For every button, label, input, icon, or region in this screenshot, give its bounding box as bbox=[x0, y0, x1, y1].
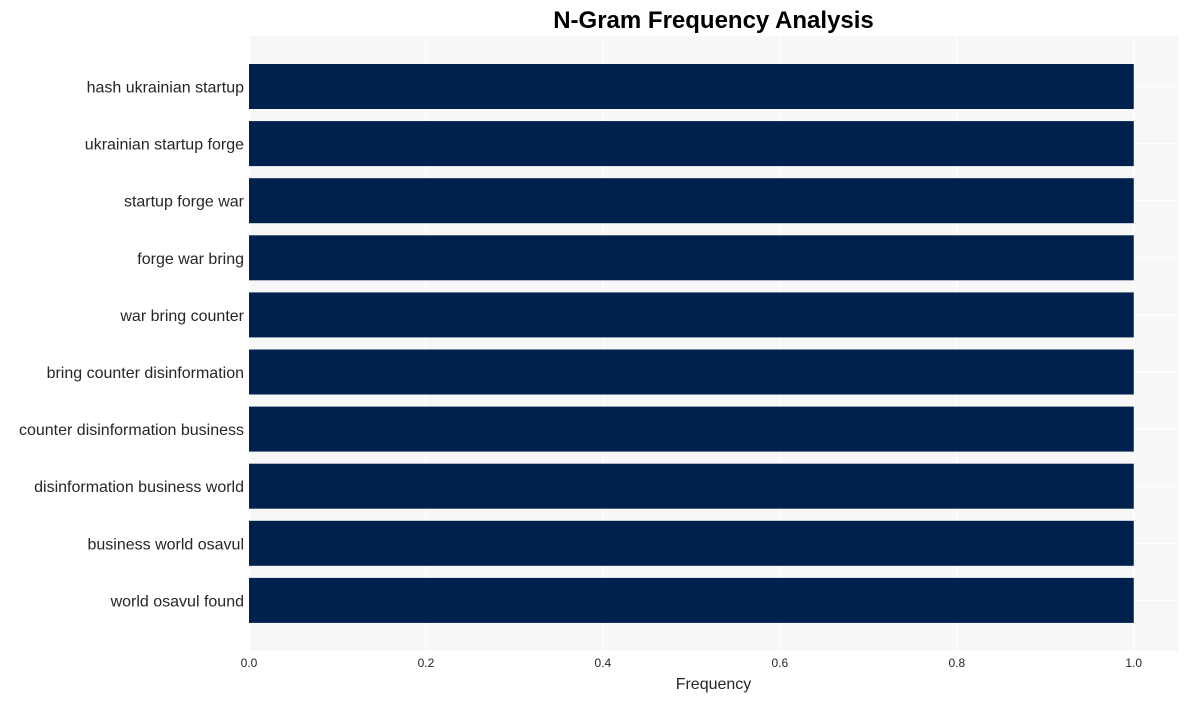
y-tick-label: bring counter disinformation bbox=[47, 365, 244, 382]
bar bbox=[249, 292, 1134, 338]
y-tick-label: war bring counter bbox=[119, 308, 244, 325]
bar bbox=[249, 406, 1134, 452]
ngram-bar-chart: hash ukrainian startup ukrainian startup … bbox=[19, 7, 1178, 693]
y-tick-label: hash ukrainian startup bbox=[87, 80, 245, 97]
bar bbox=[249, 520, 1134, 566]
y-tick-labels: hash ukrainian startup ukrainian startup … bbox=[19, 80, 245, 611]
y-tick-label: business world osavul bbox=[87, 536, 244, 553]
bar bbox=[249, 178, 1134, 224]
bar bbox=[249, 577, 1134, 623]
x-tick-label: 0.0 bbox=[241, 656, 258, 670]
x-tick-labels: 0.0 0.2 0.4 0.6 0.8 1.0 bbox=[241, 656, 1143, 670]
x-tick-label: 0.8 bbox=[948, 656, 965, 670]
y-tick-label: counter disinformation business bbox=[19, 422, 244, 439]
y-tick-label: world osavul found bbox=[110, 593, 244, 610]
x-tick-label: 1.0 bbox=[1125, 656, 1142, 670]
y-tick-label: startup forge war bbox=[124, 194, 245, 211]
bar bbox=[249, 235, 1134, 281]
bar bbox=[249, 64, 1134, 109]
chart-title: N-Gram Frequency Analysis bbox=[553, 7, 874, 34]
x-tick-label: 0.6 bbox=[772, 656, 789, 670]
bar bbox=[249, 349, 1134, 395]
bar bbox=[249, 463, 1134, 509]
x-tick-label: 0.2 bbox=[418, 656, 435, 670]
y-tick-label: forge war bring bbox=[137, 251, 244, 268]
y-tick-label: disinformation business world bbox=[34, 479, 244, 496]
y-tick-label: ukrainian startup forge bbox=[85, 137, 244, 154]
x-tick-label: 0.4 bbox=[595, 656, 612, 670]
bar bbox=[249, 121, 1134, 167]
x-axis-label: Frequency bbox=[676, 676, 752, 693]
